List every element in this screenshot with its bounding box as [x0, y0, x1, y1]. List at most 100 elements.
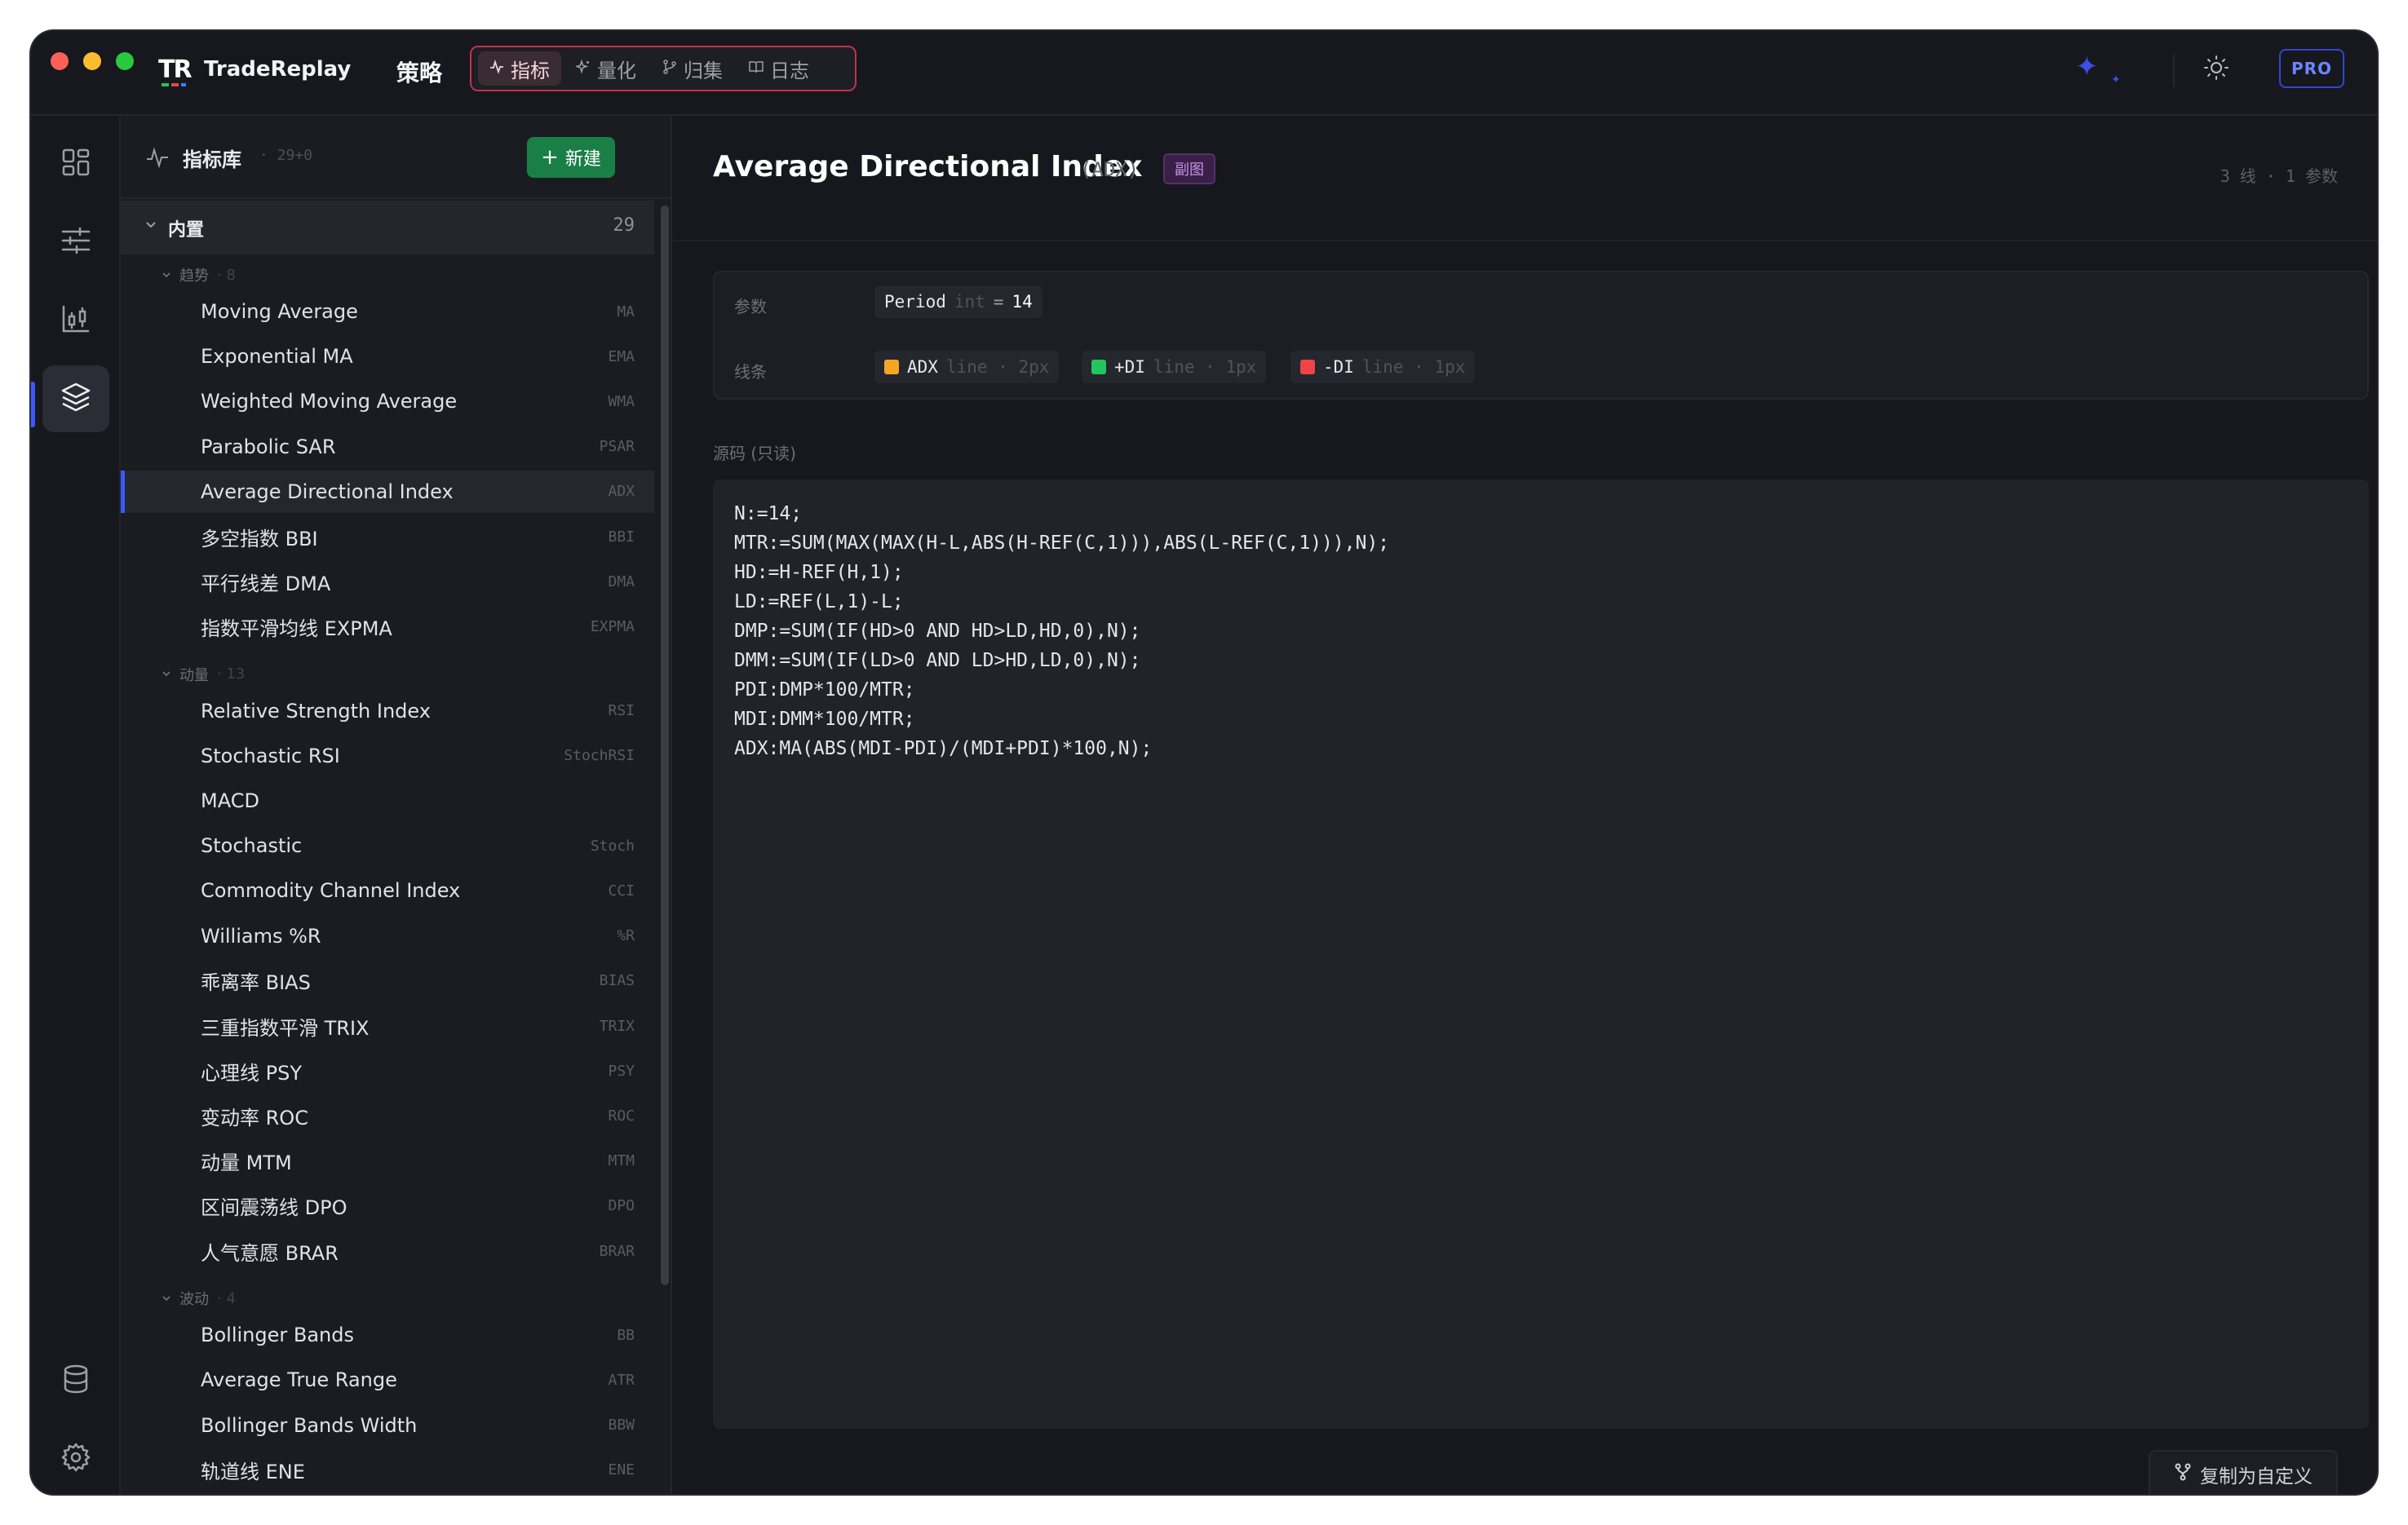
indicator-item[interactable]: MACD — [121, 780, 654, 822]
indicator-detail: Average Directional Index (ADX) 副图 3 线 ·… — [674, 116, 2377, 1494]
theme-toggle-sun-icon[interactable] — [2202, 54, 2230, 82]
plus-icon: + — [541, 145, 559, 170]
rail-settings-button[interactable] — [42, 1426, 109, 1492]
indicator-item[interactable]: Average Directional Index ADX — [121, 470, 654, 513]
indicator-abbr: StochRSI — [564, 747, 635, 765]
indicator-item[interactable]: Commodity Channel Index CCI — [121, 869, 654, 912]
code-line: HD:=H-REF(H,1); — [734, 562, 904, 583]
indicator-item[interactable]: 平行线差 DMA DMA — [121, 560, 654, 603]
line-color-swatch — [1300, 360, 1315, 374]
indicator-label: Parabolic SAR — [201, 435, 336, 458]
code-line: LD:=REF(L,1)-L; — [734, 591, 904, 612]
rail-indicators-button[interactable] — [42, 365, 109, 432]
indicator-label: 动量 MTM — [201, 1151, 292, 1175]
tab-aggregate[interactable]: 归集 — [651, 51, 734, 86]
indicator-item[interactable]: Moving Average MA — [121, 290, 654, 333]
copy-as-custom-button[interactable]: 复制为自定义 — [2149, 1450, 2338, 1494]
close-window-button[interactable] — [51, 52, 69, 70]
indicator-abbr: TRIX — [599, 1017, 635, 1035]
indicator-abbr: Stoch — [590, 837, 635, 855]
indicator-item[interactable]: Bollinger Bands Width BBW — [121, 1404, 654, 1447]
category-header[interactable]: 动量 · 13 — [162, 664, 245, 685]
indicator-abbr: (ADX) — [1080, 158, 1140, 181]
indicator-item[interactable]: 指数平滑均线 EXPMA EXPMA — [121, 605, 654, 648]
new-indicator-button[interactable]: + 新建 — [527, 137, 615, 178]
copy-label: 复制为自定义 — [2200, 1466, 2313, 1487]
category-label: 趋势 — [179, 267, 209, 285]
indicator-item[interactable]: Parabolic SAR PSAR — [121, 426, 654, 468]
indicator-label: 多空指数 BBI — [201, 527, 318, 550]
indicator-label: Bollinger Bands — [201, 1324, 354, 1347]
rail-sliders-button[interactable] — [42, 209, 109, 276]
line-chip-pdi[interactable]: +DI line · 1px — [1082, 351, 1267, 383]
param-value: 14 — [1011, 292, 1033, 312]
indicator-item[interactable]: 人气意愿 BRAR BRAR — [121, 1230, 654, 1272]
rail-dashboard-button[interactable] — [42, 130, 109, 197]
indicator-label: Stochastic RSI — [201, 744, 340, 767]
tab-indicators[interactable]: 指标 — [478, 51, 561, 86]
chevron-down-icon — [162, 1290, 171, 1307]
param-chip-period[interactable]: Period int = 14 — [874, 285, 1042, 318]
minimize-window-button[interactable] — [83, 52, 101, 70]
indicator-abbr: ATR — [608, 1371, 635, 1389]
app-logo: TR — [158, 55, 193, 84]
rail-chart-button[interactable] — [42, 287, 109, 354]
pane-type-badge: 副图 — [1163, 153, 1215, 184]
indicator-item[interactable]: Stochastic Stoch — [121, 824, 654, 867]
sliders-icon — [60, 225, 91, 259]
indicator-item[interactable]: 乖离率 BIAS BIAS — [121, 960, 654, 1002]
indicator-item[interactable]: 动量 MTM MTM — [121, 1140, 654, 1182]
indicator-item[interactable]: Bollinger Bands BB — [121, 1314, 654, 1356]
indicator-item[interactable]: 轨道线 ENE ENE — [121, 1449, 654, 1492]
pro-badge-button[interactable]: PRO — [2279, 49, 2344, 88]
code-line: ADX:MA(ABS(MDI-PDI)/(MDI+PDI)*100,N); — [734, 738, 1153, 759]
lines-label: 线条 — [734, 362, 767, 382]
indicator-item[interactable]: 三重指数平滑 TRIX TRIX — [121, 1005, 654, 1047]
ai-sparkle-icon[interactable]: ✦ — [2075, 51, 2099, 83]
tab-log[interactable]: 日志 — [737, 51, 821, 86]
header-divider — [674, 240, 2377, 241]
indicator-abbr: RSI — [608, 702, 635, 720]
dashboard-icon — [60, 147, 91, 181]
line-style: line · 2px — [945, 357, 1050, 377]
indicator-item[interactable]: 区间震荡线 DPO DPO — [121, 1185, 654, 1227]
line-name: +DI — [1114, 357, 1145, 377]
indicator-item[interactable]: Relative Strength Index RSI — [121, 690, 654, 732]
line-chip-mdi[interactable]: -DI line · 1px — [1290, 351, 1476, 383]
indicator-item[interactable]: Exponential MA EMA — [121, 335, 654, 378]
indicator-abbr: BB — [617, 1326, 635, 1344]
category-header[interactable]: 波动 · 4 — [162, 1288, 236, 1309]
activity-icon — [145, 145, 170, 173]
zoom-window-button[interactable] — [116, 52, 134, 70]
indicator-label: Stochastic — [201, 834, 303, 858]
indicator-item[interactable]: Stochastic RSI StochRSI — [121, 735, 654, 777]
params-card: 参数 Period int = 14 线条 ADX line · 2px +DI… — [713, 271, 2369, 400]
indicator-label: Exponential MA — [201, 345, 353, 369]
tab-label: 指标 — [511, 59, 550, 82]
category-header[interactable]: 趋势 · 8 — [162, 264, 236, 285]
tab-quant[interactable]: 量化 — [564, 51, 648, 86]
indicator-abbr: BRAR — [599, 1242, 635, 1260]
source-code-block[interactable]: N:=14; MTR:=SUM(MAX(MAX(H-L,ABS(H-REF(C,1… — [713, 480, 2369, 1429]
indicator-item[interactable]: Williams %R %R — [121, 915, 654, 957]
indicator-abbr: ROC — [608, 1107, 635, 1125]
indicator-abbr: BBI — [608, 528, 635, 546]
indicator-item[interactable]: Weighted Moving Average WMA — [121, 380, 654, 422]
library-header: 指标库 · 29+0 + 新建 — [121, 116, 671, 199]
indicator-item[interactable]: 变动率 ROC ROC — [121, 1094, 654, 1137]
group-count: 29 — [613, 215, 635, 236]
indicator-item[interactable]: Average True Range ATR — [121, 1359, 654, 1401]
indicator-abbr: DPO — [608, 1197, 635, 1215]
settings-icon — [60, 1442, 91, 1476]
code-line: MDI:DMM*100/MTR; — [734, 709, 915, 730]
library-count: · 29+0 — [259, 147, 313, 164]
line-color-swatch — [884, 360, 899, 374]
rail-database-button[interactable] — [42, 1347, 109, 1414]
library-scrollbar[interactable] — [661, 206, 669, 1285]
indicator-item[interactable]: 多空指数 BBI BBI — [121, 515, 654, 558]
indicator-abbr: BIAS — [599, 972, 635, 990]
group-builtin[interactable]: 内置 29 — [121, 201, 654, 254]
indicator-label: Commodity Channel Index — [201, 879, 461, 903]
indicator-item[interactable]: 心理线 PSY PSY — [121, 1050, 654, 1092]
line-chip-adx[interactable]: ADX line · 2px — [874, 351, 1060, 383]
